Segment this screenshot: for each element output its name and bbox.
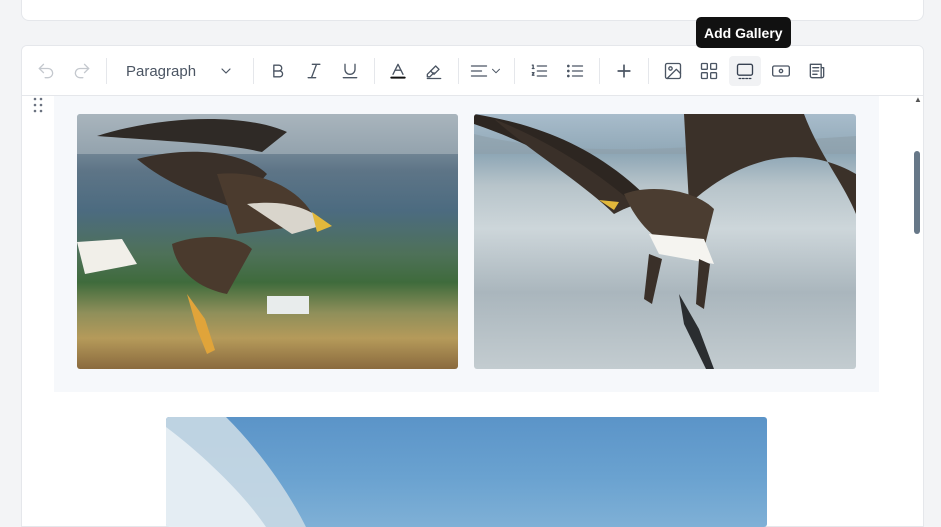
plus-icon [617, 64, 631, 78]
video-icon [772, 65, 790, 77]
scroll-up-arrow[interactable]: ▲ [914, 96, 922, 104]
add-grid-gallery-button[interactable] [697, 59, 721, 83]
toolbar-separator [599, 58, 600, 84]
grid-icon [700, 62, 718, 80]
undo-icon [38, 63, 54, 79]
highlighter-icon [426, 65, 442, 80]
add-gallery-tooltip: Add Gallery [696, 17, 791, 48]
text-color-icon [390, 63, 406, 79]
toolbar-separator [458, 58, 459, 84]
align-select[interactable] [466, 59, 506, 83]
highlight-button[interactable] [422, 59, 446, 83]
ordered-list-button[interactable] [527, 59, 551, 83]
italic-icon [307, 63, 321, 79]
editor-toolbar: Paragraph [22, 46, 923, 96]
insert-button[interactable] [612, 59, 636, 83]
bullet-list-icon [567, 64, 584, 78]
align-left-icon [470, 65, 488, 77]
block-type-select[interactable]: Paragraph [114, 59, 238, 83]
eagle-illustration [474, 114, 856, 369]
bird-wing-illustration [166, 417, 306, 527]
underline-button[interactable] [338, 59, 362, 83]
gallery-image-eagle-gliding[interactable] [77, 114, 458, 369]
toolbar-separator [374, 58, 375, 84]
bullet-list-button[interactable] [563, 59, 587, 83]
bold-icon [273, 64, 284, 78]
block-type-label: Paragraph [126, 62, 197, 80]
toolbar-separator [514, 58, 515, 84]
newspaper-icon [809, 63, 825, 79]
embed-video-button[interactable] [769, 59, 793, 83]
gallery-image-eagle-catching-fish[interactable] [474, 114, 856, 369]
scrollbar-thumb[interactable] [914, 151, 920, 234]
ordered-list-icon [531, 64, 548, 77]
redo-button[interactable] [70, 59, 94, 83]
image-icon [664, 62, 682, 80]
drag-handle-icon[interactable] [33, 97, 43, 113]
toolbar-separator [253, 58, 254, 84]
bold-button[interactable] [266, 59, 290, 83]
add-image-button[interactable] [661, 59, 685, 83]
undo-button[interactable] [34, 59, 58, 83]
toolbar-separator [106, 58, 107, 84]
redo-icon [74, 63, 90, 79]
text-color-button[interactable] [386, 59, 410, 83]
italic-button[interactable] [302, 59, 326, 83]
chevron-down-icon [492, 68, 500, 74]
slideshow-icon [736, 63, 754, 80]
add-gallery-button[interactable] [729, 56, 761, 86]
content-image-bird-wing[interactable] [166, 417, 767, 527]
toolbar-separator [648, 58, 649, 84]
underline-icon [342, 63, 358, 79]
eagle-illustration [77, 114, 458, 354]
news-embed-button[interactable] [805, 59, 829, 83]
chevron-down-icon [221, 68, 231, 74]
